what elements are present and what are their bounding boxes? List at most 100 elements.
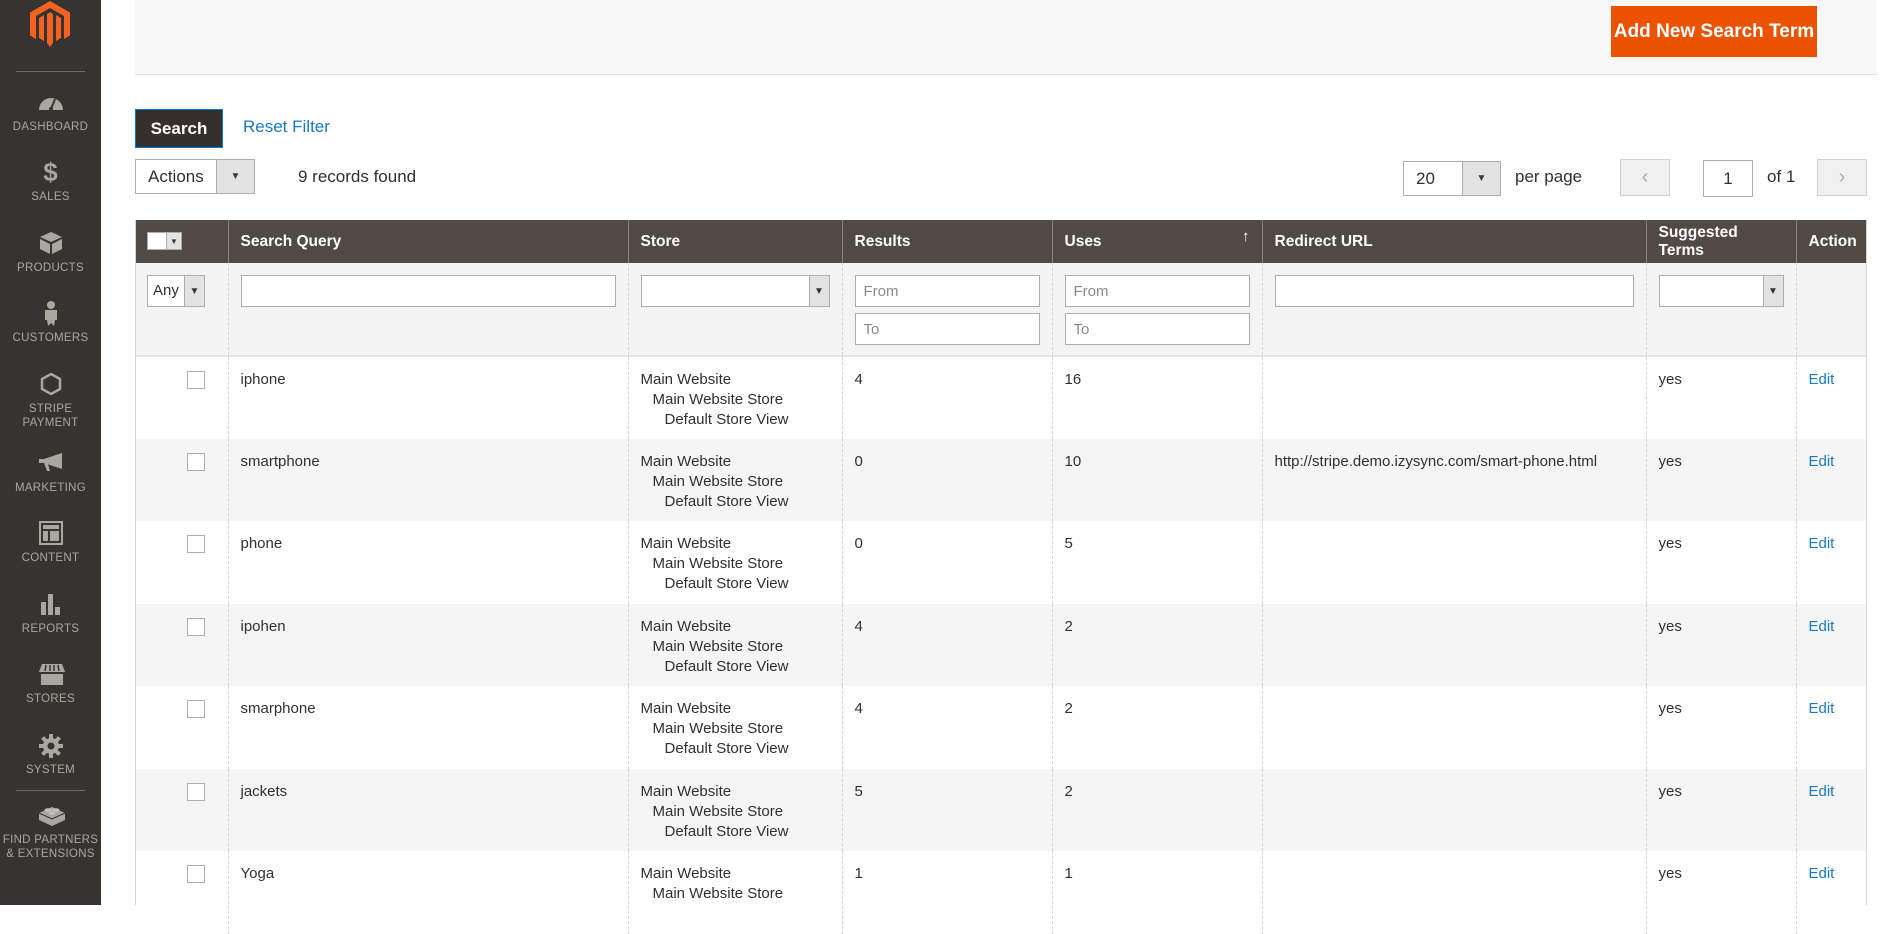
edit-link[interactable]: Edit — [1809, 783, 1835, 800]
store-cell: Main Website Main Website Store Default … — [627, 768, 842, 851]
column-header-redirect-url[interactable]: Redirect URL — [1261, 220, 1646, 263]
hexagon-icon — [38, 372, 64, 396]
search-query-cell: ipohen — [227, 603, 628, 686]
results-cell: 1 — [841, 851, 1052, 934]
row-checkbox[interactable] — [187, 371, 205, 389]
store-store: Main Website Store — [652, 472, 784, 490]
results-to-input[interactable] — [854, 313, 1040, 345]
action-cell: Edit — [1795, 521, 1867, 604]
suggested-terms-filter-select[interactable]: ▼ — [1658, 275, 1784, 307]
suggested-terms-cell: yes — [1645, 521, 1796, 604]
chevron-down-icon: ▼ — [808, 276, 829, 306]
magento-logo[interactable] — [30, 1, 70, 48]
store-cell: Main Website Main Website Store Default … — [627, 438, 842, 521]
store-view: Default Store View — [664, 492, 789, 510]
row-checkbox[interactable] — [187, 452, 205, 471]
edit-link[interactable]: Edit — [1809, 618, 1835, 635]
search-query-cell: smartphone — [227, 438, 628, 521]
edit-link[interactable]: Edit — [1809, 453, 1835, 470]
results-filter-cell — [841, 263, 1052, 357]
column-header-results[interactable]: Results — [841, 220, 1052, 263]
row-select-cell — [135, 521, 228, 604]
results-value: 4 — [854, 700, 863, 717]
mass-actions-value: Actions — [148, 167, 204, 186]
row-select-cell — [135, 686, 228, 769]
sidebar-item-marketing[interactable]: Marketing — [0, 451, 101, 495]
column-header-uses[interactable]: Uses ↑ — [1051, 220, 1262, 263]
column-header-search-query[interactable]: Search Query — [227, 220, 628, 263]
uses-filter-cell — [1051, 263, 1262, 357]
edit-link[interactable]: Edit — [1809, 535, 1835, 552]
suggested-terms-value: yes — [1658, 452, 1682, 470]
suggested-terms-value: yes — [1658, 617, 1682, 635]
redirect-url-cell: http://stripe.demo.izysync.com/smart-pho… — [1261, 438, 1646, 521]
dashboard-icon — [38, 90, 64, 114]
bar-chart-icon — [38, 592, 64, 616]
column-header-suggested-terms[interactable]: Suggested Terms — [1645, 220, 1796, 263]
store-view: Default Store View — [664, 822, 789, 840]
search-query-cell: phone — [227, 521, 628, 604]
row-checkbox[interactable] — [187, 700, 205, 718]
store-cell: Main Website Main Website Store Default … — [627, 356, 842, 439]
row-checkbox[interactable] — [187, 617, 205, 636]
uses-from-input[interactable] — [1064, 275, 1250, 307]
results-value: 4 — [854, 617, 863, 635]
next-page-button[interactable]: › — [1817, 159, 1867, 196]
mass-actions-select[interactable]: Actions ▼ — [135, 159, 255, 194]
sidebar-item-customers[interactable]: Customers — [0, 301, 101, 345]
previous-page-button[interactable]: ‹ — [1620, 159, 1670, 196]
sidebar-item-find-partners[interactable]: Find Partners & Extensions — [0, 803, 101, 861]
suggested-terms-value: yes — [1658, 782, 1682, 800]
search-query-value: smartphone — [240, 452, 320, 470]
mass-select-dropdown[interactable]: ▼ — [147, 232, 182, 251]
uses-value: 10 — [1064, 452, 1082, 470]
redirect-url-filter-cell — [1261, 263, 1646, 357]
row-select-cell — [135, 603, 228, 686]
row-checkbox[interactable] — [187, 782, 205, 801]
store-view: Default Store View — [664, 657, 789, 675]
results-from-input[interactable] — [854, 275, 1040, 307]
row-checkbox[interactable] — [187, 535, 205, 553]
search-query-filter-input[interactable] — [240, 275, 616, 307]
current-page-input[interactable] — [1703, 160, 1753, 197]
results-cell: 4 — [841, 686, 1052, 769]
chevron-down-icon: ▼ — [1762, 276, 1783, 306]
sidebar-item-stores[interactable]: Stores — [0, 662, 101, 706]
row-checkbox[interactable] — [187, 865, 205, 883]
reset-filter-link[interactable]: Reset Filter — [243, 117, 330, 137]
store-filter-select[interactable]: ▼ — [640, 275, 830, 307]
edit-link[interactable]: Edit — [1809, 371, 1835, 388]
suggested-terms-value: yes — [1658, 700, 1682, 717]
uses-value: 5 — [1064, 535, 1073, 552]
results-cell: 4 — [841, 356, 1052, 439]
storefront-icon — [38, 662, 65, 686]
edit-link[interactable]: Edit — [1809, 865, 1835, 882]
select-all-checkbox[interactable] — [148, 233, 166, 250]
table-row: Yoga Main Website Main Website Store 1 1… — [135, 851, 1867, 934]
sidebar-item-system[interactable]: System — [0, 733, 101, 777]
uses-to-input[interactable] — [1064, 313, 1250, 345]
redirect-url-cell — [1261, 851, 1646, 934]
sidebar-item-stripe-payment[interactable]: Stripe Payment — [0, 372, 101, 430]
per-page-select[interactable]: 20 ▼ — [1403, 161, 1501, 196]
sidebar-item-reports[interactable]: Reports — [0, 592, 101, 636]
column-header-store[interactable]: Store — [627, 220, 842, 263]
store-store: Main Website Store — [652, 885, 784, 902]
uses-cell: 5 — [1051, 521, 1262, 604]
search-button[interactable]: Search — [135, 109, 223, 148]
store-filter-value — [642, 276, 809, 306]
edit-link[interactable]: Edit — [1809, 700, 1835, 717]
add-new-search-term-button[interactable]: Add New Search Term — [1611, 6, 1817, 57]
sidebar-item-content[interactable]: Content — [0, 521, 101, 565]
sidebar-item-sales[interactable]: $ Sales — [0, 159, 101, 204]
action-cell: Edit — [1795, 356, 1867, 439]
search-query-cell: Yoga — [227, 851, 628, 934]
sidebar-item-products[interactable]: Products — [0, 231, 101, 275]
column-header-action: Action — [1795, 220, 1867, 263]
mass-select-filter[interactable]: Any ▼ — [147, 275, 205, 307]
redirect-url-filter-input[interactable] — [1274, 275, 1634, 307]
store-website: Main Website — [640, 617, 732, 635]
uses-value: 2 — [1064, 782, 1073, 800]
sidebar-item-dashboard[interactable]: Dashboard — [0, 90, 101, 134]
uses-value: 2 — [1064, 700, 1073, 717]
